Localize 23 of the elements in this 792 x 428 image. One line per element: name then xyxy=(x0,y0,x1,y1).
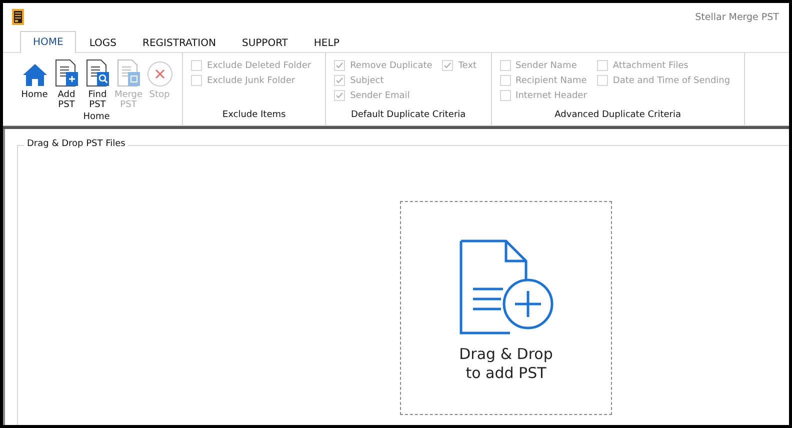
drop-zone[interactable]: Drag & Drop to add PST xyxy=(400,201,612,415)
ribbon-button[interactable]: Add PST xyxy=(52,57,81,110)
group-label: Home xyxy=(82,111,111,124)
ribbon-tab[interactable]: SUPPORT xyxy=(228,32,301,53)
ribbon-tab[interactable]: HOME xyxy=(20,31,76,53)
window-title: Stellar Merge PST xyxy=(695,12,779,22)
stop-icon xyxy=(146,61,172,87)
house-icon xyxy=(22,63,48,87)
group-label: Default Duplicate Criteria xyxy=(350,109,467,122)
drop-prompt: Drag & Drop to add PST xyxy=(459,345,553,383)
ribbon-tab[interactable]: LOGS xyxy=(76,32,130,53)
app-logo-icon xyxy=(12,9,24,25)
document-merge-icon xyxy=(116,59,140,87)
panel-title: Drag & Drop PST Files xyxy=(24,139,128,149)
ribbon-tab[interactable]: HELP xyxy=(300,32,352,53)
document-plus-icon xyxy=(458,239,554,335)
ribbon-button[interactable]: Find PST xyxy=(83,57,112,110)
group-label: Exclude Items xyxy=(221,109,287,122)
document-plus-icon xyxy=(54,59,78,87)
ribbon-button[interactable]: Home xyxy=(19,57,50,110)
group-label: Advanced Duplicate Criteria xyxy=(554,109,682,122)
document-search-icon xyxy=(86,59,110,87)
ribbon-tab[interactable]: REGISTRATION xyxy=(130,32,229,53)
